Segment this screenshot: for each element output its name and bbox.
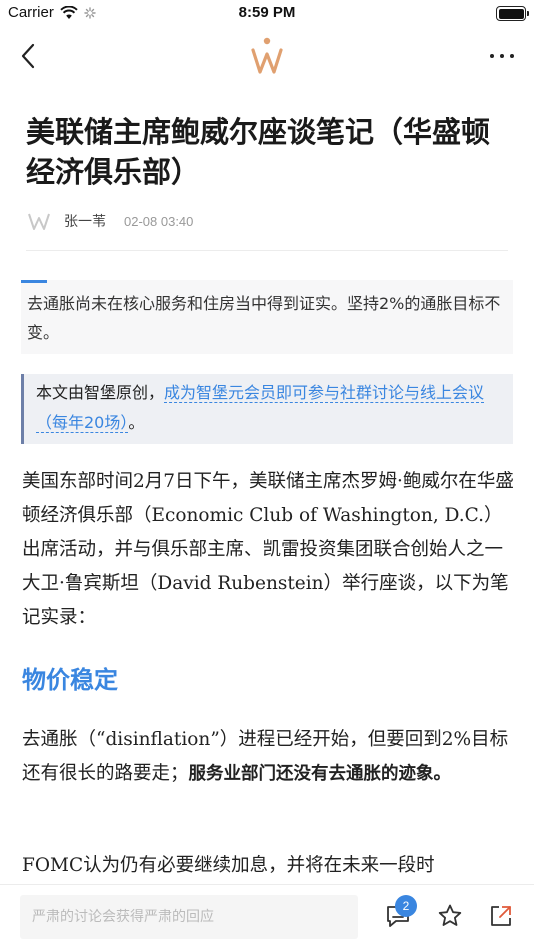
bottom-toolbar: 2: [0, 884, 534, 950]
body-paragraph-1: 美国东部时间2月7日下午，美联储主席杰罗姆·鲍威尔在华盛顿经济俱乐部（Econo…: [22, 471, 514, 628]
comment-input[interactable]: [20, 895, 358, 939]
share-icon: [491, 906, 511, 926]
share-button[interactable]: [486, 901, 516, 931]
paragraph-2-bold: 服务业部门还没有去通胀的迹象。: [188, 764, 452, 784]
publish-date: 02-08 03:40: [124, 213, 194, 229]
membership-note-prefix: 本文由智堡原创，: [36, 383, 165, 402]
author-avatar[interactable]: [26, 208, 52, 234]
membership-note-suffix: 。: [128, 413, 145, 432]
body-paragraph-3: FOMC认为仍有必要继续加息，并将在未来一段时: [22, 855, 435, 876]
summary-accent-bar: [21, 280, 47, 283]
status-time: 8:59 PM: [238, 4, 296, 21]
body-paragraph-2: 去通胀（“disinflation”）进程已经开始，但要回到2%目标还有很长的路…: [22, 723, 514, 791]
article-meta: 张一苇 02-08 03:40: [26, 208, 193, 234]
meta-divider: [26, 250, 508, 251]
back-button[interactable]: [10, 36, 46, 76]
article-title: 美联储主席鲍威尔座谈笔记（华盛顿经济俱乐部）: [26, 115, 491, 189]
comment-count-badge: 2: [395, 895, 417, 917]
more-options-button[interactable]: [484, 42, 520, 70]
battery-icon: [496, 6, 529, 21]
status-bar: Carrier 8:59 PM: [0, 0, 534, 28]
chevron-left-icon: [21, 43, 35, 69]
article-summary: 去通胀尚未在核心服务和住房当中得到证实。坚持2%的通胀目标不变。: [27, 294, 501, 342]
wisburg-logo-icon: [251, 37, 283, 74]
membership-note: 本文由智堡原创，成为智堡元会员即可参与社群讨论与线上会议（每年20场）。: [36, 378, 508, 438]
author-name[interactable]: 张一苇: [64, 211, 106, 231]
star-icon: [438, 904, 462, 926]
ellipsis-icon: [490, 54, 494, 58]
favorite-button[interactable]: [435, 901, 465, 931]
section-heading: 物价稳定: [22, 666, 118, 694]
nav-bar: [0, 28, 534, 84]
